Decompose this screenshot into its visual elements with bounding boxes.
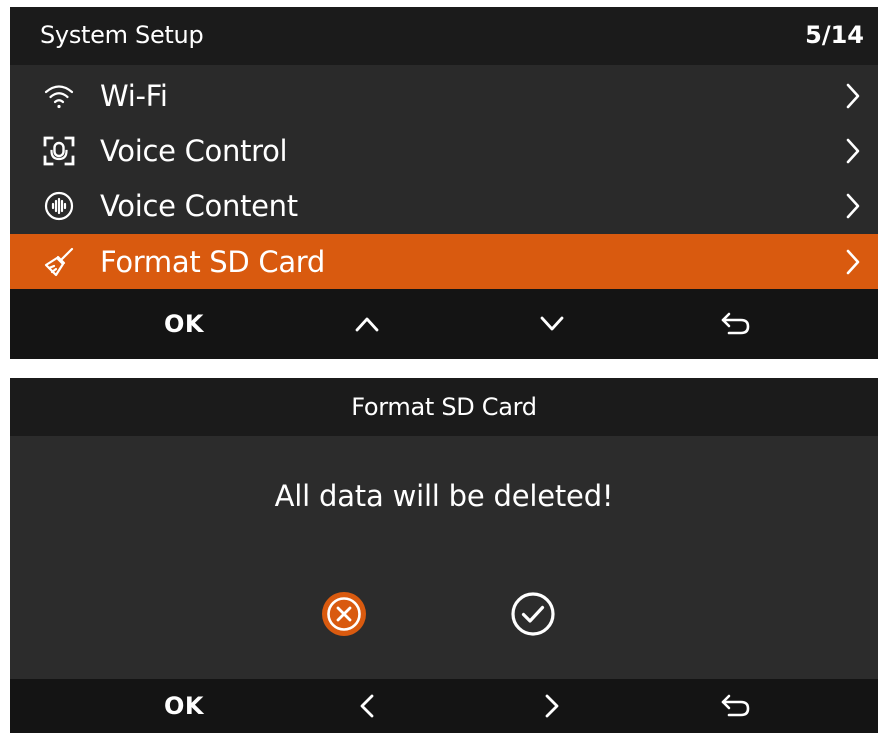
down-button[interactable] bbox=[512, 289, 592, 359]
chevron-right-icon bbox=[543, 693, 561, 719]
right-button[interactable] bbox=[512, 679, 592, 733]
back-button[interactable] bbox=[696, 679, 776, 733]
voice-content-icon bbox=[42, 189, 76, 223]
dialog-title: Format SD Card bbox=[351, 393, 537, 421]
cancel-button[interactable] bbox=[320, 590, 368, 638]
ok-button[interactable]: OK bbox=[144, 679, 224, 733]
check-circle-icon bbox=[509, 590, 557, 638]
page-indicator: 5/14 bbox=[805, 21, 864, 49]
menu-item-wifi[interactable]: Wi-Fi bbox=[10, 68, 878, 123]
chevron-right-icon bbox=[842, 248, 864, 276]
format-dialog-screen: Format SD Card All data will be deleted!… bbox=[10, 378, 878, 733]
menu-item-label: Voice Control bbox=[100, 134, 288, 168]
chevron-left-icon bbox=[358, 693, 376, 719]
menu-item-label: Format SD Card bbox=[100, 245, 326, 279]
chevron-down-icon bbox=[539, 315, 565, 333]
chevron-up-icon bbox=[354, 315, 380, 333]
page-title: System Setup bbox=[40, 21, 204, 49]
voice-control-icon bbox=[42, 134, 76, 168]
menu-item-voice-control[interactable]: Voice Control bbox=[10, 123, 878, 178]
menu-item-label: Wi-Fi bbox=[100, 79, 168, 113]
warning-message: All data will be deleted! bbox=[274, 479, 614, 513]
confirm-button[interactable] bbox=[509, 590, 557, 638]
back-icon bbox=[720, 693, 752, 719]
button-bar: OK bbox=[10, 289, 878, 359]
menu-header: System Setup 5/14 bbox=[10, 7, 878, 65]
wifi-icon bbox=[42, 79, 76, 113]
back-icon bbox=[720, 311, 752, 337]
cancel-circle-icon bbox=[320, 590, 368, 638]
chevron-right-icon bbox=[842, 82, 864, 110]
menu-item-label: Voice Content bbox=[100, 189, 298, 223]
ok-button[interactable]: OK bbox=[144, 289, 224, 359]
chevron-right-icon bbox=[842, 137, 864, 165]
system-setup-screen: System Setup 5/14 Wi-Fi Voice Control Vo… bbox=[10, 7, 878, 359]
broom-icon bbox=[42, 245, 76, 279]
chevron-right-icon bbox=[842, 192, 864, 220]
dialog-header: Format SD Card bbox=[10, 378, 878, 436]
button-bar: OK bbox=[10, 679, 878, 733]
back-button[interactable] bbox=[696, 289, 776, 359]
menu-item-format-sd-card[interactable]: Format SD Card bbox=[10, 234, 878, 289]
menu-item-voice-content[interactable]: Voice Content bbox=[10, 178, 878, 233]
up-button[interactable] bbox=[327, 289, 407, 359]
left-button[interactable] bbox=[327, 679, 407, 733]
